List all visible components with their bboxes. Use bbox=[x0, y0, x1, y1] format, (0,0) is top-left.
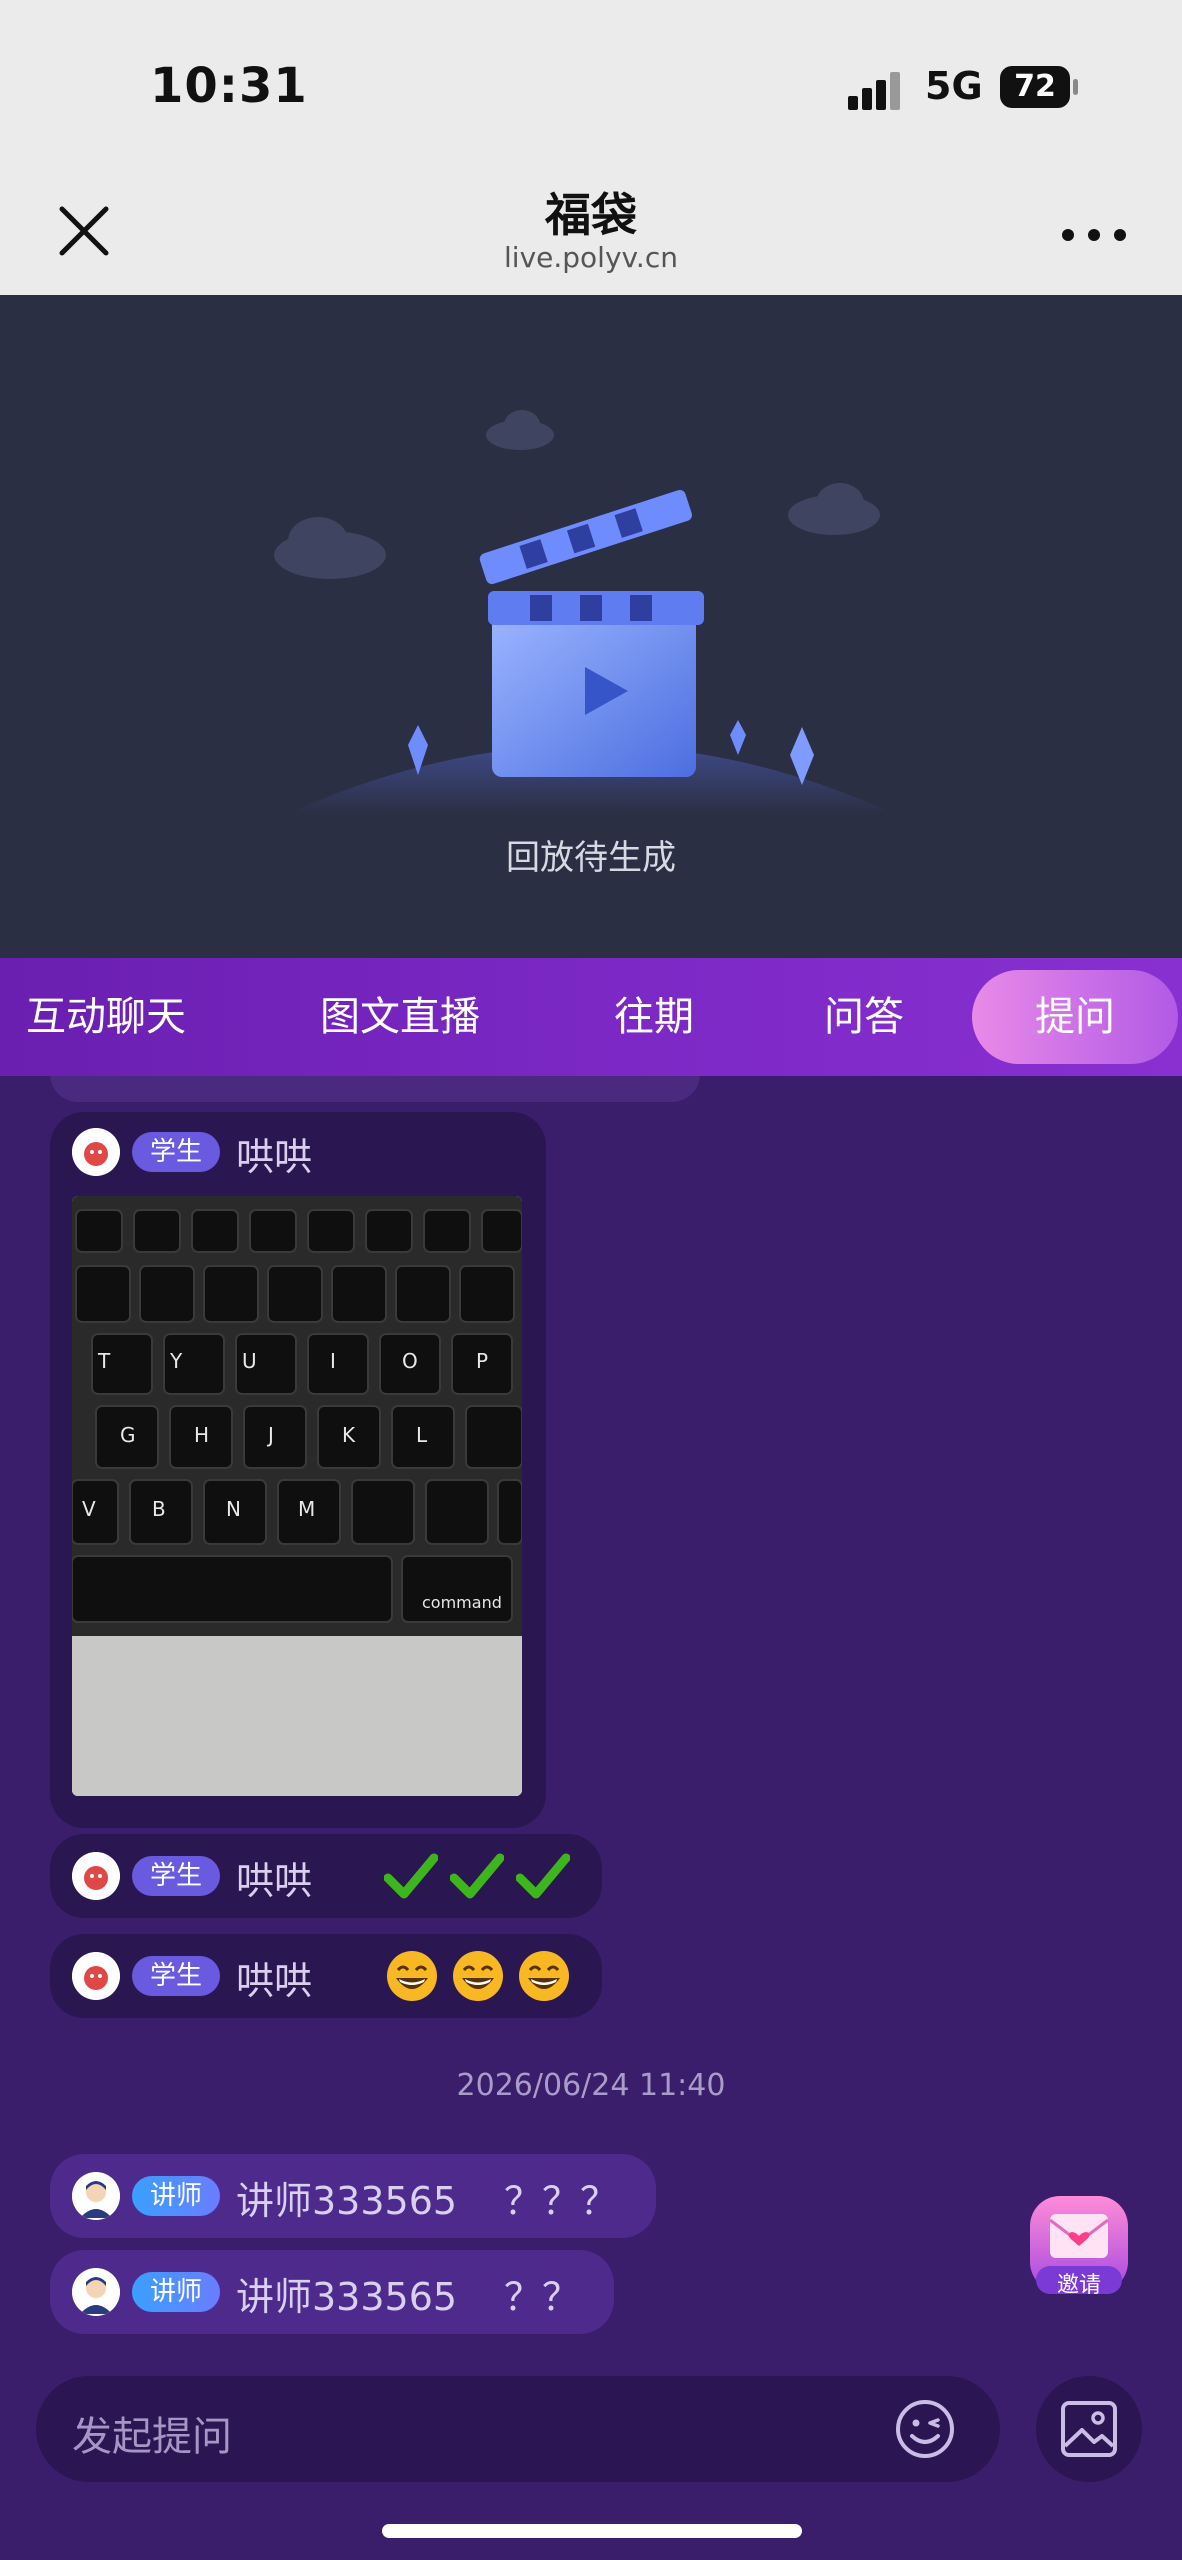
role-badge: 讲师 bbox=[132, 2176, 221, 2216]
avatar bbox=[72, 1952, 120, 2000]
sender-name: 哄哄 bbox=[236, 1859, 313, 1903]
tab-bar: 互动聊天 图文直播 往期 问答 提问 bbox=[0, 958, 1182, 1076]
question-input[interactable]: 发起提问 bbox=[36, 2376, 1000, 2482]
sender-name: 哄哄 bbox=[236, 1135, 313, 1179]
chat-message: 讲师 讲师333565 ？？ bbox=[50, 2250, 614, 2334]
svg-text:Y: Y bbox=[169, 1349, 183, 1373]
role-badge: 学生 bbox=[132, 1856, 221, 1896]
check-icon bbox=[384, 1853, 438, 1899]
replay-status: 回放待生成 bbox=[506, 838, 676, 878]
battery-icon: 72 bbox=[1000, 66, 1078, 108]
home-indicator bbox=[382, 2524, 802, 2538]
svg-text:T: T bbox=[97, 1349, 111, 1373]
svg-text:P: P bbox=[476, 1349, 488, 1373]
message-timestamp: 2026/06/24 11:40 bbox=[456, 2068, 726, 2103]
svg-text:J: J bbox=[266, 1423, 274, 1447]
grin-emoji bbox=[387, 1951, 437, 2001]
image-button[interactable] bbox=[1036, 2376, 1142, 2482]
message-text: ？？？ bbox=[504, 2179, 619, 2223]
svg-text:G: G bbox=[120, 1423, 136, 1447]
check-icon bbox=[450, 1853, 504, 1899]
invite-button[interactable]: 邀请 bbox=[1024, 2190, 1134, 2306]
svg-text:K: K bbox=[342, 1423, 356, 1447]
message-text: ？？ bbox=[504, 2275, 581, 2319]
chat-message: 讲师 讲师333565 ？？？ bbox=[50, 2154, 656, 2238]
check-icon bbox=[516, 1853, 570, 1899]
sender-name: 讲师333565 bbox=[236, 2179, 458, 2223]
tab-ask[interactable]: 提问 bbox=[972, 970, 1178, 1064]
page-title: 福袋 bbox=[545, 188, 637, 242]
svg-text:command: command bbox=[422, 1593, 502, 1612]
svg-text:L: L bbox=[416, 1423, 428, 1447]
svg-text:O: O bbox=[402, 1349, 418, 1373]
video-player[interactable]: 回放待生成 bbox=[0, 295, 1182, 958]
svg-text:N: N bbox=[226, 1497, 241, 1521]
role-badge: 学生 bbox=[132, 1956, 221, 1996]
svg-text:U: U bbox=[242, 1349, 257, 1373]
more-button[interactable] bbox=[1060, 225, 1130, 245]
svg-text:M: M bbox=[298, 1497, 315, 1521]
status-time: 10:31 bbox=[150, 58, 308, 114]
chat-message: 学生 哄哄 bbox=[50, 1834, 602, 1918]
avatar bbox=[72, 1128, 120, 1176]
previous-message bbox=[50, 1076, 700, 1102]
network-label: 5G bbox=[925, 64, 983, 108]
page-url: live.polyv.cn bbox=[504, 241, 678, 274]
tab-qa[interactable]: 问答 bbox=[824, 958, 904, 1076]
emoji-icon[interactable] bbox=[894, 2398, 956, 2460]
avatar bbox=[72, 2268, 120, 2316]
clapperboard-illustration bbox=[274, 410, 897, 815]
status-bar: 10:31 5G 72 bbox=[0, 0, 1182, 165]
message-image[interactable]: T Y U I O P G H J K L V B N M command bbox=[72, 1196, 522, 1796]
svg-text:H: H bbox=[194, 1423, 209, 1447]
grin-emoji bbox=[519, 1951, 569, 2001]
svg-text:I: I bbox=[330, 1349, 336, 1373]
avatar bbox=[72, 2172, 120, 2220]
avatar bbox=[72, 1852, 120, 1900]
question-placeholder: 发起提问 bbox=[72, 2414, 232, 2460]
input-bar: 发起提问 bbox=[0, 2376, 1182, 2560]
role-badge: 学生 bbox=[132, 1132, 221, 1172]
image-icon bbox=[1061, 2401, 1117, 2457]
tab-graphic-live[interactable]: 图文直播 bbox=[320, 958, 480, 1076]
grin-emoji bbox=[453, 1951, 503, 2001]
invite-label: 邀请 bbox=[1056, 2273, 1101, 2298]
svg-text:B: B bbox=[152, 1497, 166, 1521]
signal-icon bbox=[848, 68, 910, 110]
chat-message: 学生 哄哄 T Y U I O P G H J K L V B N M command bbox=[50, 1112, 546, 1828]
role-badge: 讲师 bbox=[132, 2272, 221, 2312]
svg-text:V: V bbox=[82, 1497, 96, 1521]
tab-past[interactable]: 往期 bbox=[614, 958, 694, 1076]
sender-name: 哄哄 bbox=[236, 1959, 313, 2003]
chat-list[interactable]: 学生 哄哄 T Y U I O P G H J K L V B N M command 学生 哄哄 学生… bbox=[0, 1076, 1182, 2376]
nav-bar: 福袋 live.polyv.cn bbox=[0, 165, 1182, 295]
tab-interactive-chat[interactable]: 互动聊天 bbox=[26, 958, 186, 1076]
chat-message: 学生 哄哄 bbox=[50, 1934, 602, 2018]
sender-name: 讲师333565 bbox=[236, 2275, 458, 2319]
